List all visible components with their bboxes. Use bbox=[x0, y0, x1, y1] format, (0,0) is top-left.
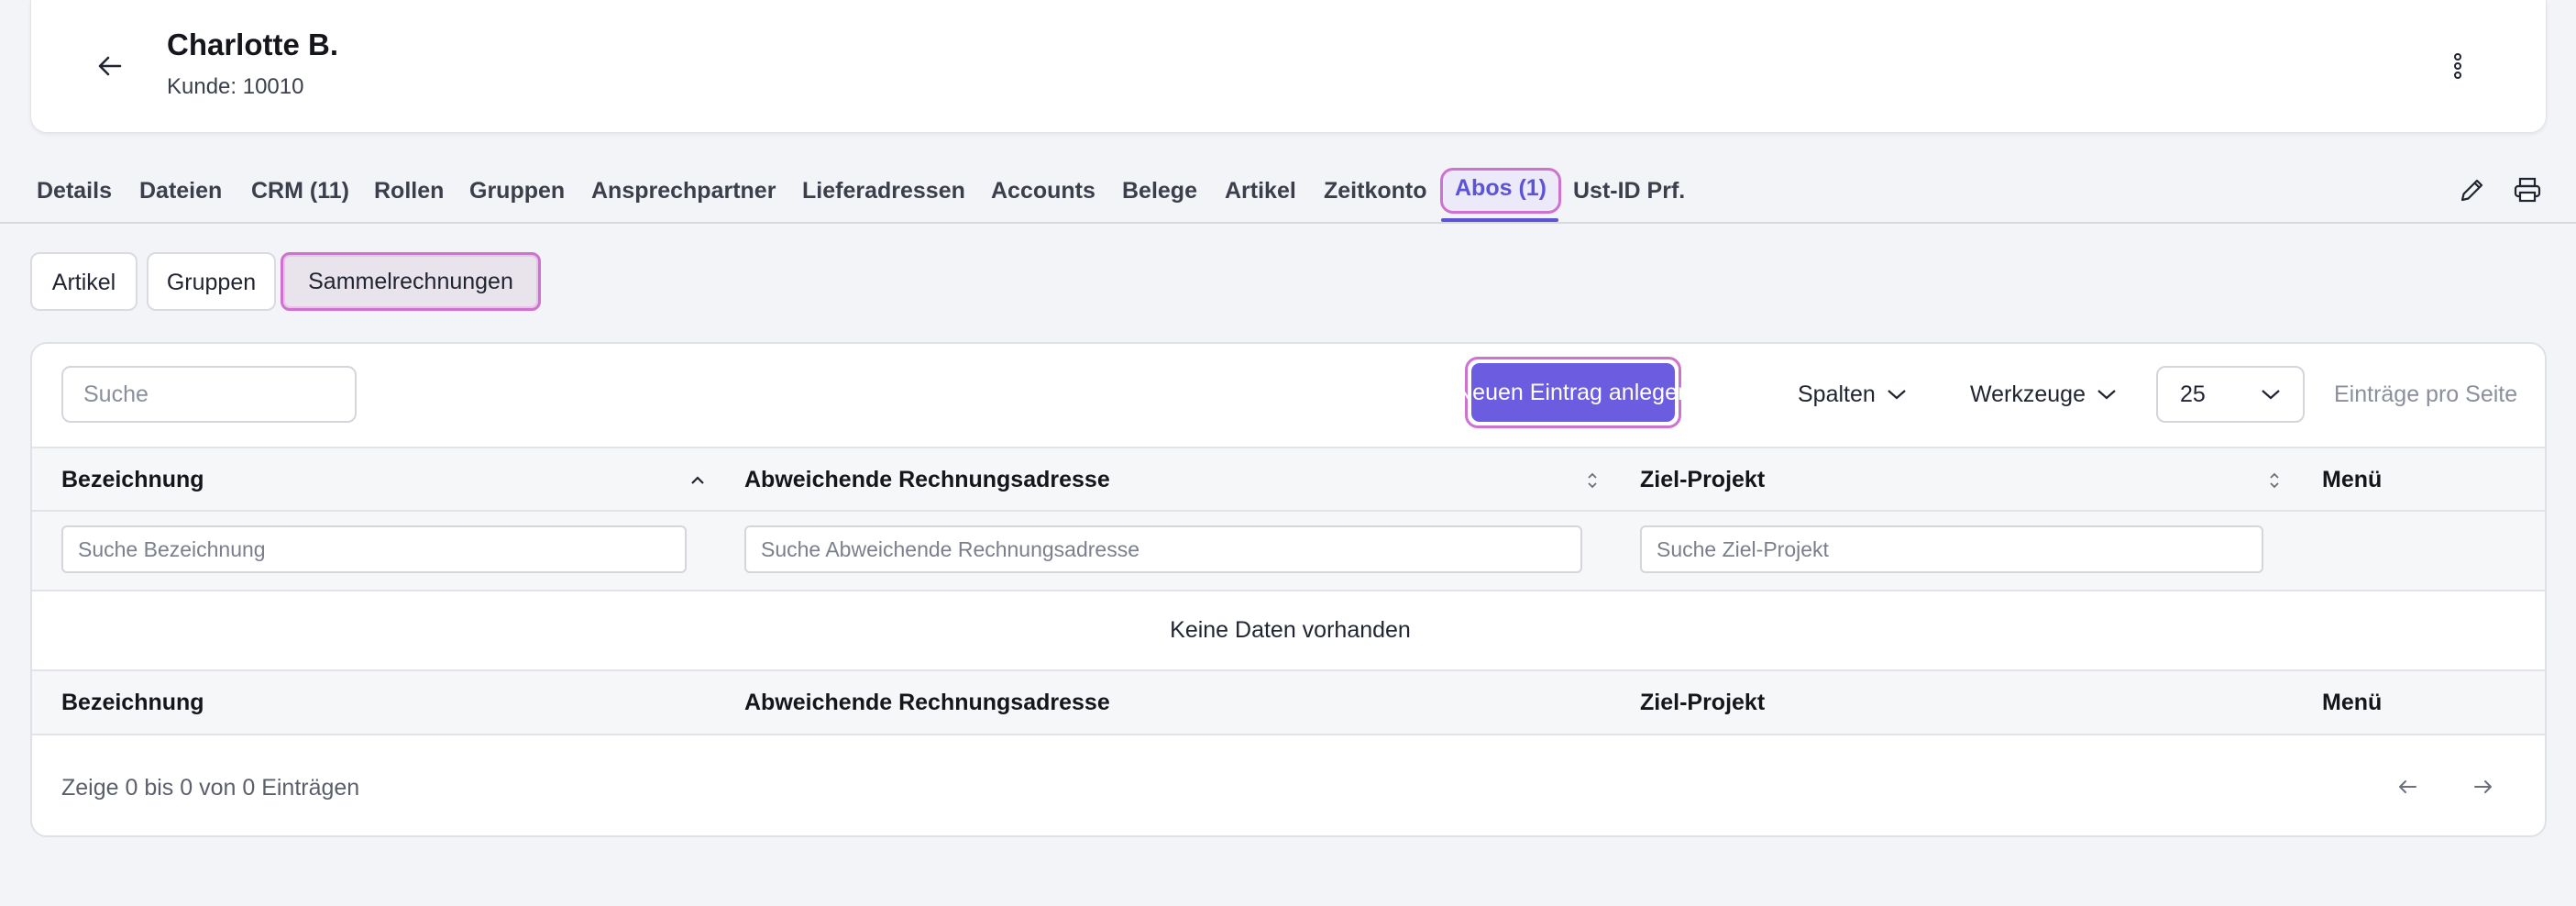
tab-ust-id[interactable]: Ust-ID Prf. bbox=[1573, 171, 1685, 211]
columns-dropdown[interactable]: Spalten bbox=[1798, 366, 1907, 423]
tab-belege[interactable]: Belege bbox=[1122, 171, 1197, 211]
column-header-bezeichnung[interactable]: Bezeichnung bbox=[61, 467, 204, 493]
print-button[interactable] bbox=[2506, 169, 2548, 211]
new-entry-button-frame: Neuen Eintrag anlegen bbox=[1456, 357, 1690, 428]
table-filter-row bbox=[32, 512, 2545, 591]
page-size-value: 25 bbox=[2180, 381, 2206, 407]
data-table-card: Neuen Eintrag anlegen Spalten Werkzeuge … bbox=[30, 342, 2547, 837]
tab-zeitkonto[interactable]: Zeitkonto bbox=[1324, 171, 1427, 211]
pagination-info: Zeige 0 bis 0 von 0 Einträgen bbox=[61, 775, 360, 801]
empty-row: Keine Daten vorhanden bbox=[32, 591, 2545, 671]
table-header-row: Bezeichnung Abweichende Rechnungsadresse… bbox=[32, 447, 2545, 512]
tools-label: Werkzeuge bbox=[1970, 381, 2086, 407]
customer-number: Kunde: 10010 bbox=[167, 74, 304, 99]
arrow-right-icon bbox=[2474, 780, 2492, 793]
chevron-down-icon bbox=[2097, 390, 2116, 400]
chevron-down-icon bbox=[2262, 390, 2280, 400]
tab-bar: Details Dateien CRM (11) Rollen Gruppen … bbox=[0, 147, 2576, 224]
page-size-select[interactable]: 25 bbox=[2156, 366, 2305, 423]
tab-ansprechpartner[interactable]: Ansprechpartner bbox=[591, 171, 776, 211]
subtab-artikel[interactable]: Artikel bbox=[30, 252, 138, 311]
previous-page-button[interactable] bbox=[2386, 766, 2428, 808]
per-page-label: Einträge pro Seite bbox=[2334, 381, 2518, 407]
customer-name: Charlotte B. bbox=[167, 28, 339, 61]
edit-button[interactable] bbox=[2451, 169, 2493, 211]
customer-header: Charlotte B. Kunde: 10010 bbox=[30, 0, 2547, 133]
columns-label: Spalten bbox=[1798, 381, 1876, 407]
tab-details[interactable]: Details bbox=[37, 171, 112, 211]
filter-rechnungsadresse-input[interactable] bbox=[744, 525, 1582, 573]
active-tab-indicator bbox=[1441, 218, 1558, 222]
more-menu-button[interactable] bbox=[2434, 42, 2482, 90]
arrow-left-icon bbox=[2399, 780, 2416, 793]
filter-ziel-projekt-input[interactable] bbox=[1640, 525, 2263, 573]
column-header-menu: Menü bbox=[2322, 467, 2383, 492]
tab-abos[interactable]: Abos (1) bbox=[1440, 168, 1561, 214]
footer-column-menu: Menü bbox=[2322, 690, 2383, 715]
table-footer-row: Bezeichnung Abweichende Rechnungsadresse… bbox=[32, 671, 2545, 735]
sort-icon[interactable] bbox=[2263, 467, 2285, 494]
tab-crm[interactable]: CRM (11) bbox=[251, 171, 349, 211]
column-header-ziel-projekt[interactable]: Ziel-Projekt bbox=[1640, 467, 1765, 493]
sort-icon[interactable] bbox=[1581, 467, 1603, 494]
tab-lieferadressen[interactable]: Lieferadressen bbox=[802, 171, 965, 211]
tab-accounts[interactable]: Accounts bbox=[991, 171, 1095, 211]
back-button[interactable] bbox=[86, 42, 134, 90]
chevron-down-icon bbox=[1888, 390, 1906, 400]
search-input[interactable] bbox=[61, 366, 357, 423]
arrow-left-icon bbox=[98, 56, 122, 76]
tab-rollen[interactable]: Rollen bbox=[374, 171, 444, 211]
more-vertical-icon bbox=[2454, 53, 2461, 79]
tab-artikel[interactable]: Artikel bbox=[1225, 171, 1296, 211]
column-header-rechnungsadresse[interactable]: Abweichende Rechnungsadresse bbox=[744, 467, 1110, 493]
filter-bezeichnung-input[interactable] bbox=[61, 525, 687, 573]
footer-column-bezeichnung: Bezeichnung bbox=[61, 690, 204, 715]
subtab-sammelrechnungen[interactable]: Sammelrechnungen bbox=[281, 252, 541, 311]
subtab-gruppen[interactable]: Gruppen bbox=[147, 252, 276, 311]
empty-message: Keine Daten vorhanden bbox=[1170, 617, 1411, 643]
tools-dropdown[interactable]: Werkzeuge bbox=[1970, 366, 2117, 423]
next-page-button[interactable] bbox=[2462, 766, 2504, 808]
sort-ascending-icon[interactable] bbox=[687, 467, 709, 494]
pencil-icon bbox=[2460, 179, 2483, 202]
printer-icon bbox=[2514, 177, 2541, 203]
tab-dateien[interactable]: Dateien bbox=[139, 171, 222, 211]
footer-column-rechnungsadresse: Abweichende Rechnungsadresse bbox=[744, 690, 1110, 715]
footer-column-ziel-projekt: Ziel-Projekt bbox=[1640, 690, 1766, 715]
tab-gruppen[interactable]: Gruppen bbox=[469, 171, 565, 211]
new-entry-button[interactable]: Neuen Eintrag anlegen bbox=[1456, 363, 1690, 422]
